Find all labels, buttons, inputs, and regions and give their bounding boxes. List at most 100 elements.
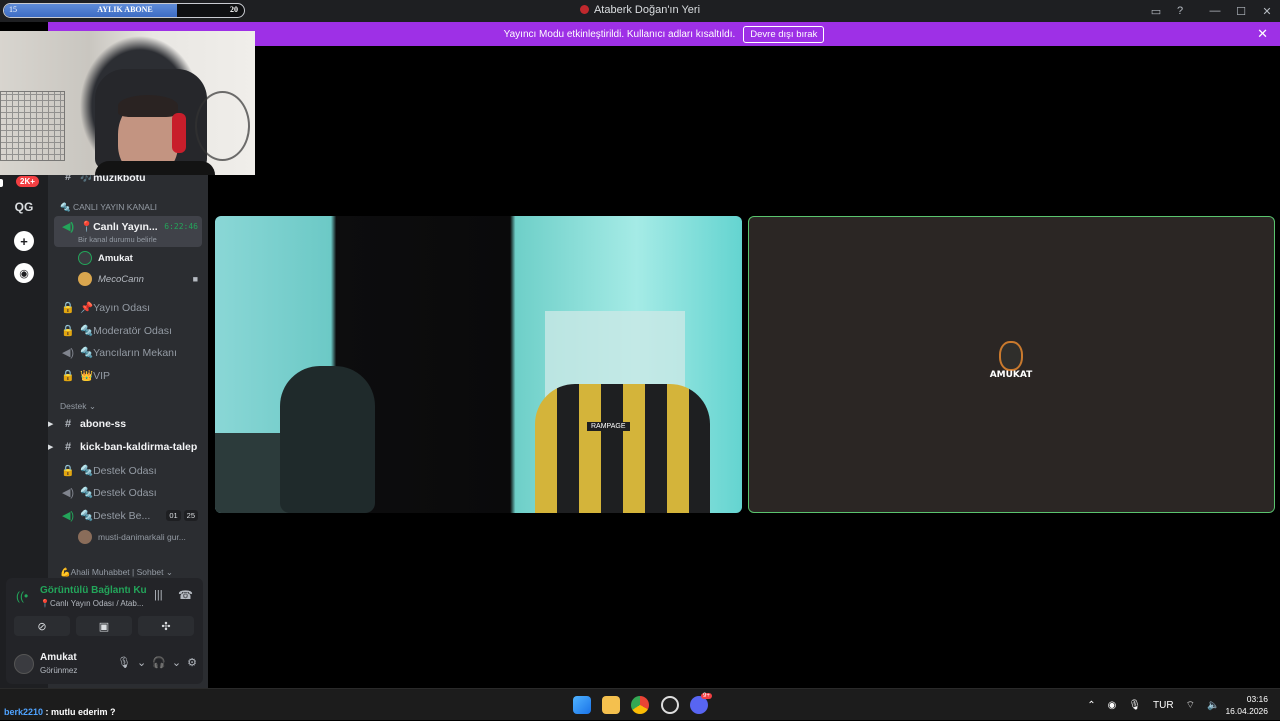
category-live[interactable]: 🔩 CANLI YAYIN KANALI	[60, 202, 157, 213]
window-title: Ataberk Doğan'ın Yeri	[0, 4, 1280, 16]
lock-icon: 🔒	[61, 464, 75, 477]
signal-icon[interactable]: ((•	[16, 589, 28, 603]
channel-destek-bekleme[interactable]: ◀) 🔩Destek Be... 01 25	[56, 504, 202, 526]
cage-shape	[0, 91, 65, 161]
discover-icon[interactable]: ◉	[14, 263, 34, 283]
headphones-icon[interactable]: 🎧	[152, 656, 166, 669]
mention-badge: 2K+	[16, 176, 39, 187]
channel-moderator-odasi[interactable]: 🔒 🔩Moderatör Odası	[56, 319, 202, 341]
chevron-down-icon: ⌄	[165, 567, 174, 577]
user-avatar[interactable]	[14, 654, 34, 674]
add-server-icon[interactable]: +	[14, 231, 34, 251]
body-shape	[95, 161, 215, 175]
help-icon[interactable]: ?	[1168, 0, 1192, 22]
close-window-button[interactable]: ✕	[1254, 0, 1280, 22]
voice-user-musti[interactable]: musti-danimarkali gur...	[78, 527, 202, 547]
tray-chevron-icon[interactable]: ⌃	[1087, 700, 1095, 711]
camera-off-button[interactable]: ⊘	[14, 616, 70, 636]
file-explorer-icon[interactable]	[602, 696, 620, 714]
speaker-icon: ◀)	[61, 509, 75, 522]
channel-destek-odasi-2[interactable]: ◀) 🔩Destek Odası	[56, 481, 202, 503]
lock-icon: 🔒	[61, 301, 75, 314]
voice-channel-path[interactable]: 📍Canlı Yayın Odası / Atab...	[40, 599, 144, 608]
windows-start-icon[interactable]	[573, 696, 591, 714]
channel-destek-odasi-1[interactable]: 🔒 🔩Destek Odası	[56, 459, 202, 481]
category-support[interactable]: Destek ⌄	[60, 401, 96, 412]
bike-wheel-shape	[195, 91, 250, 161]
voice-user-amukat[interactable]: Amukat	[78, 248, 202, 268]
voice-user-name: MecoCann	[98, 273, 144, 285]
video-tile-stream[interactable]: RAMPAGE	[215, 216, 742, 513]
hash-icon: #	[64, 441, 72, 453]
activities-button[interactable]: ✣	[138, 616, 194, 636]
channel-kick-ban[interactable]: # kick-ban-kaldirma-talep	[56, 436, 202, 458]
collapsed-arrow-icon: ▶	[48, 421, 54, 428]
server-icon	[579, 5, 589, 14]
chat-username: berk2210	[4, 707, 44, 717]
speaker-icon: ◀)	[61, 486, 75, 499]
close-banner-icon[interactable]: ✕	[1257, 26, 1268, 42]
voice-user-name: Amukat	[98, 252, 133, 264]
amukat-logo-text: AMUKAT	[989, 370, 1033, 380]
maximize-button[interactable]: ☐	[1228, 0, 1254, 22]
current-user-status: Görünmez	[40, 666, 78, 675]
voice-user-name: musti-danimarkali gur...	[98, 532, 186, 542]
volume-icon[interactable]: 🔈	[1207, 700, 1219, 711]
settings-gear-icon[interactable]: ⚙	[187, 656, 197, 669]
tray-app-icon[interactable]: ◉	[1108, 700, 1117, 711]
disable-streamer-mode-button[interactable]: Devre dışı bırak	[743, 25, 825, 43]
activities-icon: ✣	[161, 620, 171, 633]
amukat-avatar-emblem: AMUKAT	[990, 341, 1032, 387]
noise-suppression-icon[interactable]: |||	[154, 589, 163, 601]
channel-yayin-odasi[interactable]: 🔒 📌Yayın Odası	[56, 296, 202, 318]
minimize-button[interactable]: —	[1202, 0, 1228, 22]
channel-status[interactable]: Bir kanal durumu belirle	[78, 235, 157, 244]
channel-abone-ss[interactable]: # abone-ss	[56, 413, 202, 435]
camera-off-icon: ⊘	[37, 620, 47, 633]
inbox-icon[interactable]: ▭	[1144, 0, 1168, 22]
category-label: Destek	[60, 401, 87, 411]
category-social[interactable]: 💪Ahali Muhabbet | Sohbet ⌄	[60, 567, 173, 578]
wifi-icon[interactable]: ⌔	[1186, 699, 1195, 712]
system-tray: ⌃ ◉ 🎙 TUR ⌔ 🔈 03:16 16.04.2026	[1081, 689, 1280, 721]
channel-vip[interactable]: 🔒 👑VIP	[56, 364, 202, 386]
speaker-icon: ◀)	[61, 220, 75, 233]
screen-share-button[interactable]: ▣	[76, 616, 132, 636]
clock[interactable]: 03:16 16.04.2026	[1225, 693, 1268, 717]
obs-icon[interactable]	[661, 696, 679, 714]
collapsed-arrow-icon: ▶	[48, 444, 54, 451]
channel-yancilarin-mekani[interactable]: ◀) 🔩Yancıların Mekanı	[56, 341, 202, 363]
chat-text: : mutlu ederim ?	[43, 707, 116, 717]
voice-connection-panel: ((• Görüntülü Bağlantı Ku 📍Canlı Yayın O…	[6, 578, 203, 684]
live-timer: 6:22:46	[164, 221, 198, 231]
gaming-chair-shape	[535, 384, 710, 513]
channel-label: 📍Canlı Yayın...	[80, 220, 158, 233]
channel-label: 🔩Yancıların Mekanı	[80, 346, 177, 359]
avatar	[78, 272, 92, 286]
disconnect-icon[interactable]: ☎	[178, 588, 193, 602]
user-limit: 25	[183, 510, 198, 521]
channel-live-stream[interactable]: ◀) 📍Canlı Yayın... 6:22:46	[56, 215, 202, 237]
tray-mic-icon[interactable]: 🎙	[1128, 700, 1141, 711]
avatar	[78, 251, 92, 265]
mic-options-chevron-icon[interactable]: ⌄	[137, 656, 146, 669]
input-language[interactable]: TUR	[1153, 700, 1174, 711]
video-tile-amukat[interactable]: AMUKAT	[748, 216, 1275, 513]
voice-connected-label[interactable]: Görüntülü Bağlantı Ku	[40, 585, 147, 596]
audio-options-chevron-icon[interactable]: ⌄	[172, 656, 181, 669]
clock-time: 03:16	[1246, 694, 1268, 704]
chat-overlay-message: berk2210 : mutlu ederim ?	[4, 707, 116, 717]
channel-label: kick-ban-kaldirma-talep	[80, 441, 198, 453]
microphone-icon[interactable]: 🎙	[117, 656, 131, 669]
avatar	[78, 530, 92, 544]
coat-shape	[280, 366, 375, 513]
voice-user-mecocann[interactable]: MecoCann ■	[78, 269, 202, 289]
server-qg[interactable]: QG	[8, 194, 40, 220]
current-username[interactable]: Amukat	[40, 652, 77, 663]
chrome-icon[interactable]	[631, 696, 649, 714]
chevron-down-icon: ⌄	[88, 401, 96, 411]
channel-label: 🔩Moderatör Odası	[80, 324, 172, 337]
user-count: 01	[166, 510, 181, 521]
clock-date: 16.04.2026	[1225, 706, 1268, 716]
windows-taskbar: berk2210 : mutlu ederim ? 9+ ⌃ ◉ 🎙 TUR ⌔…	[0, 688, 1280, 720]
